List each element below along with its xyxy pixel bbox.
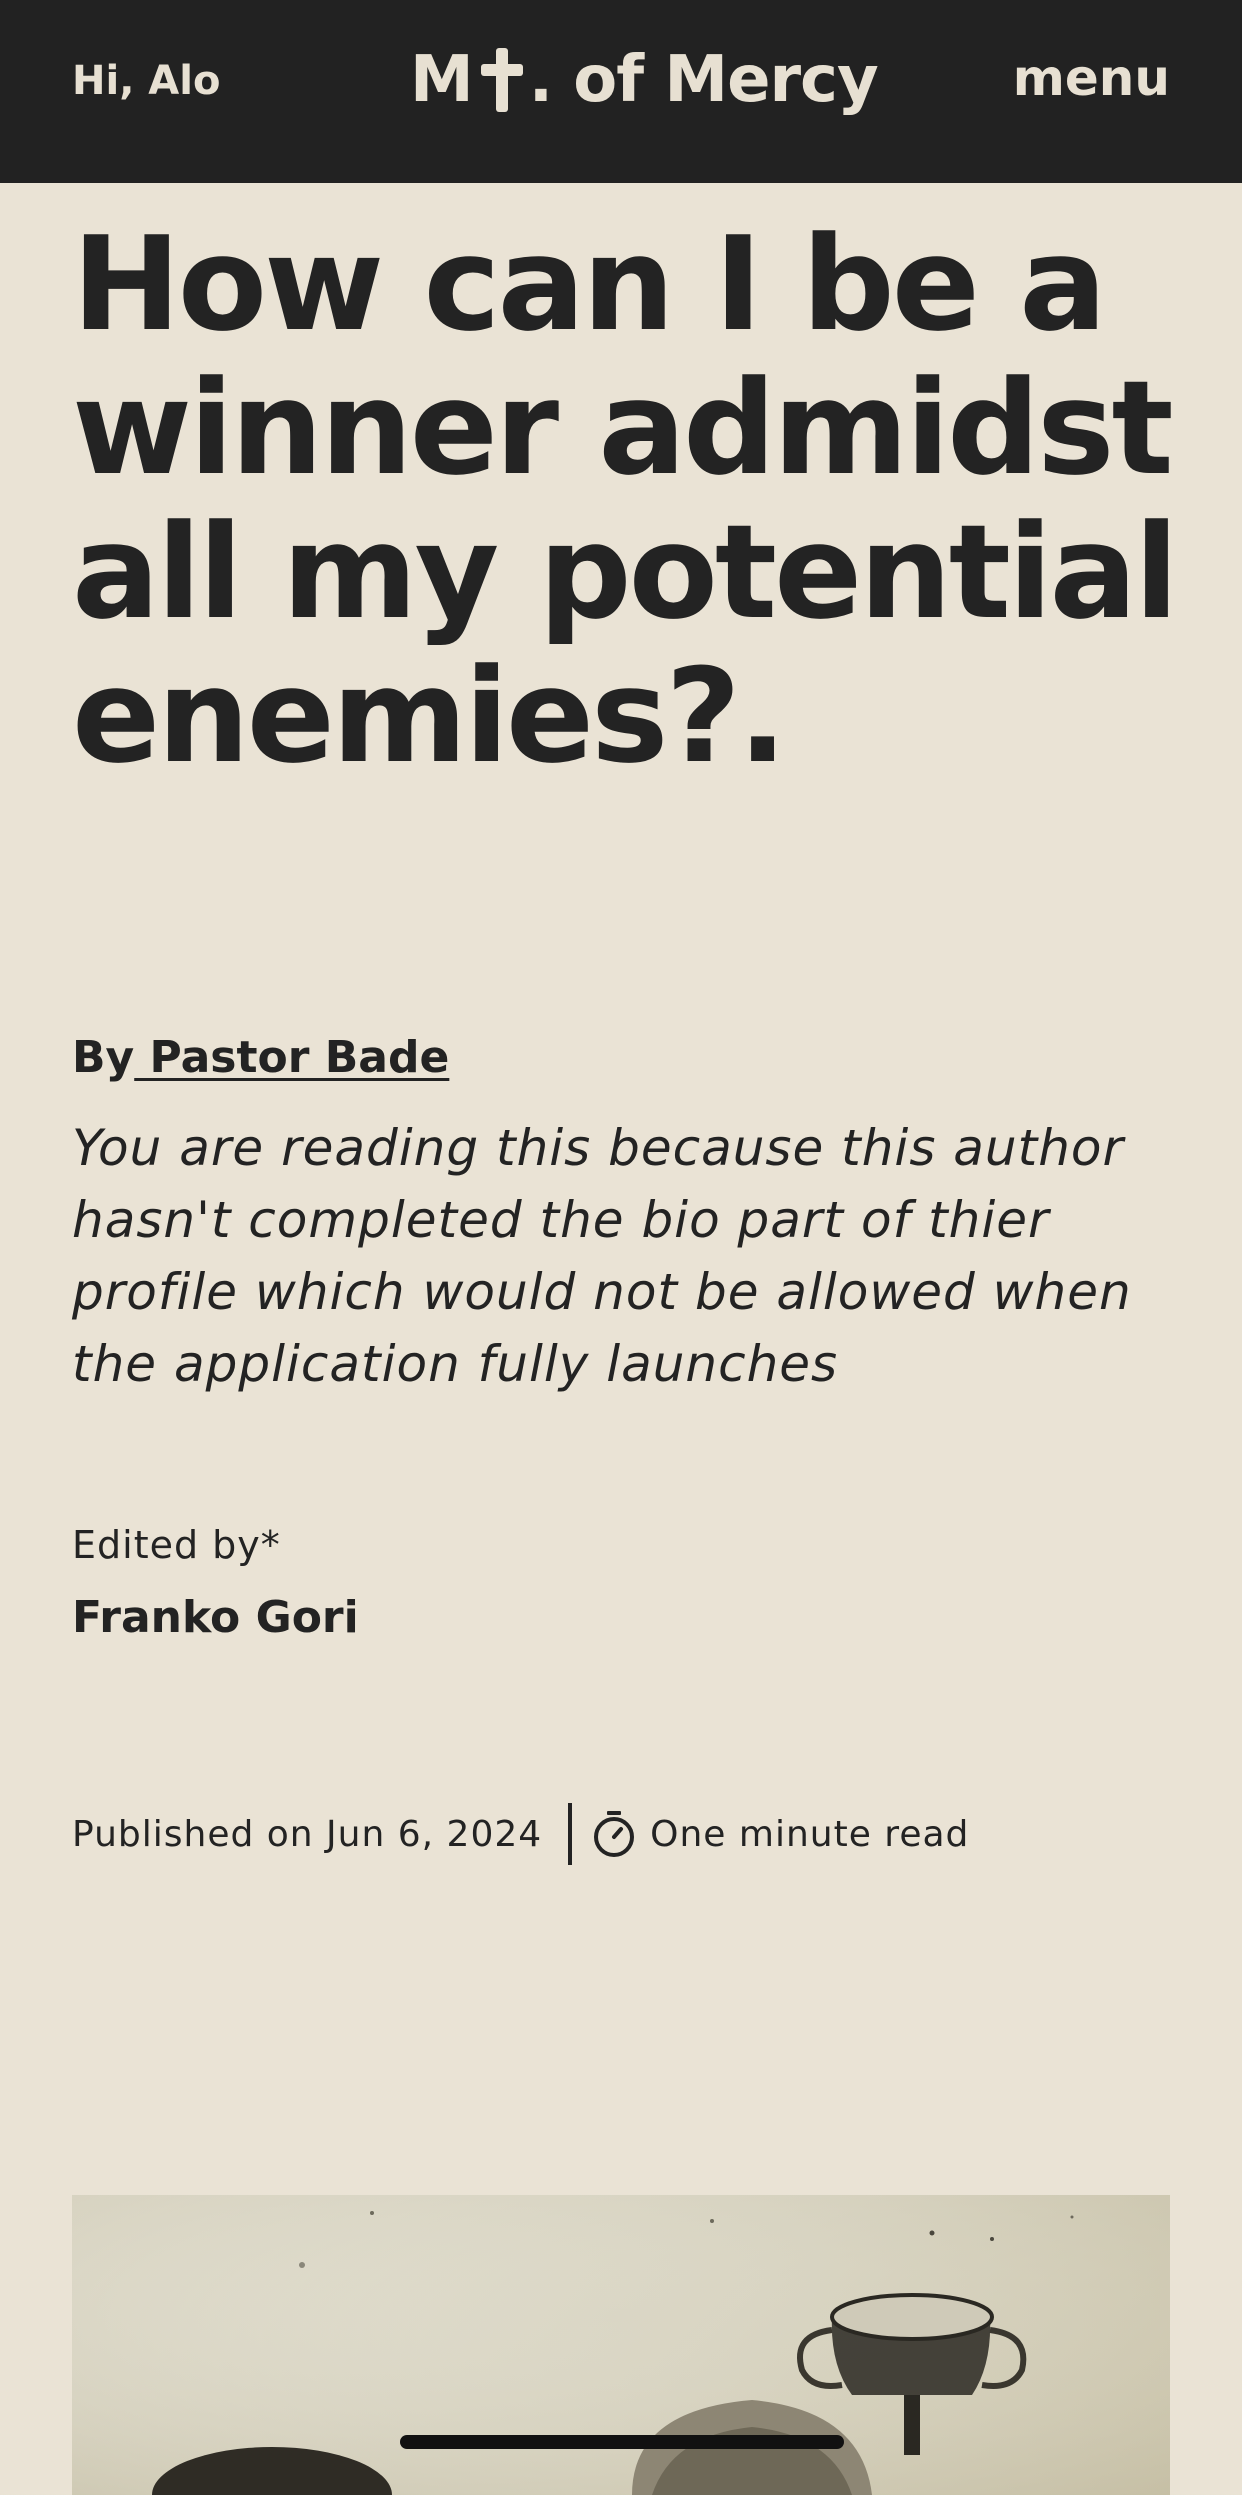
edited-by-label: Edited by* [72, 1523, 281, 1567]
cross-icon [480, 48, 523, 112]
vintage-photo-illustration [72, 2195, 1170, 2495]
article-meta: Published on Jun 6, 2024 One minute read [72, 1802, 969, 1866]
top-navigation-bar: Hi, Alo M . of Mercy menu [0, 0, 1242, 183]
article-hero-image [72, 2195, 1170, 2495]
brand-text-prefix: M [410, 43, 474, 117]
article-title: How can I be a winner admidst all my pot… [72, 208, 1179, 792]
brand-text-suffix: . of Mercy [528, 43, 879, 117]
author-link[interactable]: Pastor Bade [134, 1032, 450, 1083]
home-indicator[interactable] [400, 2435, 844, 2449]
author-bio: You are reading this because this author… [72, 1119, 1132, 1393]
editor-name: Franko Gori [72, 1592, 359, 1643]
byline-prefix: By [72, 1032, 135, 1083]
stopwatch-icon [594, 1811, 635, 1857]
user-greeting[interactable]: Hi, Alo [72, 56, 220, 106]
byline: By Pastor Bade [72, 1030, 449, 1086]
brand-logo[interactable]: M . of Mercy [410, 40, 879, 120]
published-date: Published on Jun 6, 2024 [72, 1813, 543, 1855]
menu-button[interactable]: menu [1013, 46, 1170, 110]
meta-divider [568, 1803, 573, 1865]
read-time: One minute read [650, 1813, 970, 1855]
